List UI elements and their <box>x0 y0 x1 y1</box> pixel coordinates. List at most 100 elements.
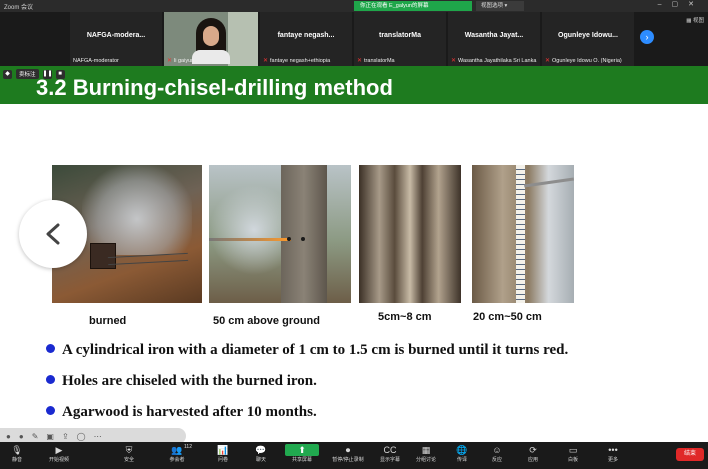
bullet-item: Holes are chiseled with the burned iron. <box>46 373 317 390</box>
end-meeting-button[interactable]: 结束 <box>676 448 704 461</box>
participant-name-label: ✕ Wasantha Jayathilaka Sri Lanka <box>451 57 536 64</box>
mic-icon[interactable]: ● <box>6 432 11 441</box>
photo-caption: burned <box>89 315 127 327</box>
mic-muted-icon: ✕ <box>545 58 551 64</box>
next-participants-button[interactable]: › <box>640 30 654 44</box>
participant-name-text: fantaye negash+ethiopia <box>270 58 331 64</box>
chevron-left-icon <box>46 223 60 245</box>
title-bar: Zoom 会议 你正在观看 E_galyun的屏幕 视图选项 ▾ –▢✕ <box>0 0 708 12</box>
view-options-button[interactable]: 视图选项 ▾ <box>476 1 524 11</box>
pause-stop-recording-button[interactable]: ⏺ 暂停/停止录制 <box>328 444 368 464</box>
mute-button[interactable]: 🎙 静音 <box>0 444 34 464</box>
participant-name-text: translatorMa <box>364 58 395 64</box>
microphone-icon: 🎙 <box>11 445 23 455</box>
breakout-rooms-button[interactable]: ▦ 分组讨论 <box>409 444 443 464</box>
back-button[interactable] <box>19 200 87 268</box>
interpretation-label: 传译 <box>456 457 467 463</box>
whiteboard-icon: ▭ <box>568 445 578 455</box>
pen-icon[interactable]: ✎ <box>32 432 39 441</box>
gallery-view-button[interactable]: ▦ 视图 <box>686 16 704 24</box>
participant-name-label: ✕ fantaye negash+ethiopia <box>263 57 330 64</box>
pause-icon[interactable]: ❚❚ <box>42 69 53 79</box>
participant-display-name: NAFGA-modera... <box>86 32 146 39</box>
chat-bubble-icon: 💬 <box>255 445 267 455</box>
breakout-grid-icon: ▦ <box>421 445 431 455</box>
security-button[interactable]: ⛨ 安全 <box>112 444 146 464</box>
app-title: Zoom 会议 <box>4 5 34 11</box>
apps-icon: ⟳ <box>529 445 537 455</box>
chat-icon[interactable]: ◯ <box>77 432 86 441</box>
participant-name-label: NAFGA-moderator <box>73 58 119 64</box>
shield-icon: ⛨ <box>125 445 133 455</box>
participant-tile-li-gaiyun[interactable]: ✕ li gaiyun <box>164 12 258 66</box>
share-annotation-tools: ◆ 卖标注 ❚❚ ■ <box>0 68 65 80</box>
participant-name-text: Ogunleye Idowu O. (Nigeria) <box>552 58 622 64</box>
participant-tile-fantaye[interactable]: fantaye negash... ✕ fantaye negash+ethiop… <box>260 12 352 66</box>
smiley-icon: ☺ <box>492 445 502 455</box>
captions-button[interactable]: CC 显示字幕 <box>373 444 407 464</box>
photo-caption: 50 cm above ground <box>213 315 320 327</box>
more-icon[interactable]: ⋯ <box>94 432 102 441</box>
participant-name-label: ✕ li gaiyun <box>167 57 194 64</box>
reactions-button[interactable]: ☺ 反应 <box>480 444 514 464</box>
bullet-item: A cylindrical iron with a diameter of 1 … <box>46 342 568 359</box>
photo-caption: 5cm~8 cm <box>378 311 432 323</box>
participant-video <box>192 18 230 64</box>
bullet-dot-icon <box>46 375 55 384</box>
video-camera-icon: ▶ <box>55 445 63 455</box>
participant-tile-wasantha[interactable]: Wasantha Jayat... ✕ Wasantha Jayathilaka … <box>448 12 540 66</box>
zoom-meeting-window: Zoom 会议 你正在观看 E_galyun的屏幕 视图选项 ▾ –▢✕ NAF… <box>0 0 708 469</box>
participant-name-label: ✕ translatorMa <box>357 57 395 64</box>
whiteboard-button[interactable]: ▭ 白板 <box>556 444 590 464</box>
video-background <box>228 12 258 66</box>
more-button[interactable]: ••• 更多 <box>596 444 630 464</box>
mic-muted-icon: ✕ <box>263 58 269 64</box>
apps-label: 应用 <box>527 457 538 463</box>
share-screen-button[interactable]: ⬆ 共享屏幕 <box>285 444 319 464</box>
participant-tile-translator[interactable]: translatorMa ✕ translatorMa <box>354 12 446 66</box>
share-icon[interactable]: ⇪ <box>62 432 69 441</box>
grid-icon: ▦ <box>686 18 692 24</box>
annotate-button[interactable]: 卖标注 <box>16 69 39 79</box>
participant-display-name: Ogunleye Idowu... <box>558 32 618 39</box>
security-label: 安全 <box>123 457 134 463</box>
screen-icon[interactable]: ▣ <box>46 432 54 441</box>
captions-label: 显示字幕 <box>379 457 400 463</box>
interpretation-button[interactable]: 🌐 传译 <box>445 444 479 464</box>
gallery-view-label: 视图 <box>692 18 704 24</box>
window-controls[interactable]: –▢✕ <box>658 0 704 8</box>
start-video-button[interactable]: ▶ 开始视频 <box>42 444 76 464</box>
breakout-label: 分组讨论 <box>415 457 436 463</box>
bullet-dot-icon <box>46 406 55 415</box>
participant-tile-nafga[interactable]: NAFGA-modera... NAFGA-moderator <box>70 12 162 66</box>
participants-label: 参会者 <box>169 457 185 463</box>
slide-header: 3.2 Burning-chisel-drilling method ◆ 卖标注… <box>0 66 708 104</box>
photo-chiseled-wood <box>359 165 461 303</box>
bar-chart-icon: 📊 <box>217 445 229 455</box>
cc-icon: CC <box>383 445 397 455</box>
polls-button[interactable]: 📊 问卷 <box>206 444 240 464</box>
shield-icon[interactable]: ◆ <box>3 69 12 79</box>
photo-caption: 20 cm~50 cm <box>473 311 542 323</box>
stop-icon[interactable]: ■ <box>55 69 65 79</box>
more-dots-icon: ••• <box>608 445 618 455</box>
participant-name-text: Wasantha Jayathilaka Sri Lanka <box>458 58 537 64</box>
photo-measured-wood <box>472 165 574 303</box>
chat-button[interactable]: 💬 聊天 <box>244 444 278 464</box>
participant-display-name: Wasantha Jayat... <box>464 32 524 39</box>
participants-button[interactable]: 112 👥 参会者 <box>160 444 194 464</box>
participant-count: 112 <box>184 444 192 450</box>
reactions-label: 反应 <box>491 457 502 463</box>
share-screen-label: 共享屏幕 <box>291 457 312 463</box>
mic-muted-icon: ✕ <box>357 58 363 64</box>
mic-muted-icon: ✕ <box>451 58 457 64</box>
recording-label: 暂停/停止录制 <box>332 457 364 463</box>
more-label: 更多 <box>607 457 618 463</box>
participant-strip: NAFGA-modera... NAFGA-moderator ✕ li gaiy… <box>0 12 708 66</box>
shared-screen-slide: 3.2 Burning-chisel-drilling method ◆ 卖标注… <box>0 66 708 442</box>
camera-icon[interactable]: ● <box>19 432 24 441</box>
screen-share-banner[interactable]: 你正在观看 E_galyun的屏幕 <box>354 1 472 11</box>
apps-button[interactable]: ⟳ 应用 <box>516 444 550 464</box>
participant-tile-ogunleye[interactable]: Ogunleye Idowu... ✕ Ogunleye Idowu O. (Ni… <box>542 12 634 66</box>
photo-drilling-tree <box>209 165 351 303</box>
